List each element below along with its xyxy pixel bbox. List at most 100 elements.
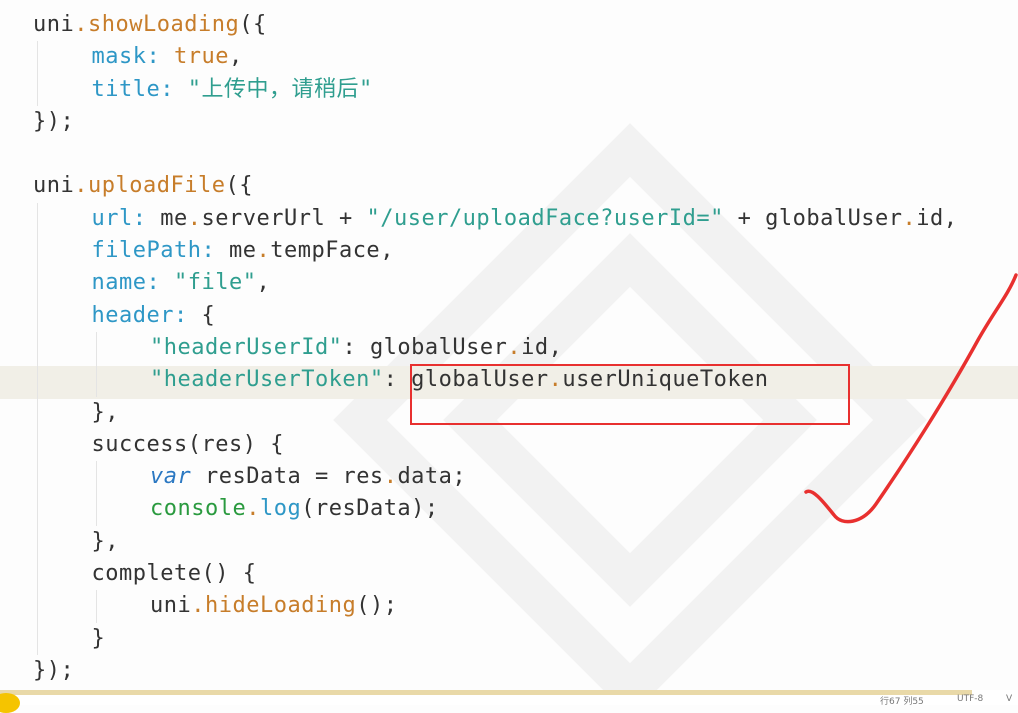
encoding-indicator[interactable]: UTF-8 — [957, 694, 983, 704]
indent-guide — [37, 73, 38, 106]
cursor-position[interactable]: 行67 列55 — [880, 694, 924, 707]
code-token: hideLoading — [205, 593, 357, 619]
code-line[interactable]: }, — [0, 396, 958, 429]
code-token: header — [91, 302, 174, 328]
code-token: . — [191, 593, 205, 619]
indent-guide — [37, 267, 38, 300]
code-token: var — [150, 464, 192, 490]
code-token: }); — [33, 657, 75, 683]
code-lines[interactable]: uni.showLoading({mask: true, title: "上传中，… — [0, 9, 958, 687]
code-line[interactable]: }); — [0, 655, 958, 687]
code-token: (); — [356, 593, 398, 619]
code-token: , — [380, 238, 394, 264]
code-line[interactable]: title: "上传中，请稍后" — [0, 73, 958, 106]
code-editor[interactable]: uni.showLoading({mask: true, title: "上传中，… — [0, 0, 1018, 690]
code-line[interactable]: mask: true, — [0, 41, 958, 74]
code-token: . — [383, 464, 398, 490]
code-line[interactable]: complete() { — [0, 558, 958, 591]
indent-guide — [95, 364, 97, 397]
code-line[interactable]: uni.uploadFile({ — [0, 170, 958, 202]
code-token: : — [132, 205, 161, 231]
corner-badge — [0, 693, 20, 713]
code-token: tempFace — [270, 238, 381, 264]
code-token: . — [507, 334, 522, 360]
indent-guide — [37, 428, 38, 462]
code-token: : — [342, 334, 370, 360]
code-token: : — [201, 238, 229, 264]
indent-guide — [37, 331, 38, 365]
code-line[interactable]: uni.showLoading({ — [0, 9, 958, 41]
indent-guide — [37, 41, 38, 74]
code-token: complete — [91, 561, 202, 587]
code-token: console — [150, 496, 247, 522]
code-line[interactable]: uni.hideLoading(); — [0, 590, 958, 623]
code-token: . — [256, 238, 271, 264]
code-token: "headerUserToken" — [150, 367, 384, 393]
code-token: me — [228, 238, 257, 264]
code-token: }, — [91, 399, 119, 425]
code-token: "file" — [173, 270, 257, 296]
indent-guide — [37, 622, 38, 655]
code-line[interactable]: }); — [0, 106, 958, 138]
code-line[interactable]: name: "file", — [0, 267, 958, 300]
code-token: + — [723, 205, 766, 231]
indent-guide — [37, 461, 38, 494]
code-token: resData = res — [191, 464, 384, 490]
code-token: : — [160, 76, 188, 102]
code-token: uni — [150, 593, 192, 619]
indent-guide — [37, 364, 38, 397]
code-token: (resData); — [301, 496, 439, 522]
code-token: name — [91, 270, 147, 296]
code-token: . — [74, 173, 88, 199]
code-line[interactable]: var resData = res.data; — [0, 461, 958, 494]
indent-guide — [37, 235, 38, 268]
code-token: url — [91, 205, 133, 231]
code-token: success — [91, 431, 188, 457]
code-line[interactable]: url: me.serverUrl + "/user/uploadFace?us… — [0, 202, 958, 236]
indent-guide — [37, 493, 38, 526]
code-token: : — [383, 367, 412, 393]
status-accent-bar — [0, 690, 972, 695]
code-token: showLoading — [88, 12, 240, 37]
code-token: data — [397, 464, 453, 490]
code-token: uploadFile — [88, 173, 226, 199]
indent-guide — [37, 525, 38, 559]
code-token: , — [228, 44, 243, 70]
code-token: }, — [91, 528, 119, 554]
code-token: globalUser — [411, 367, 549, 393]
code-token: : — [146, 44, 174, 70]
code-line[interactable]: }, — [0, 525, 958, 559]
code-token: . — [187, 205, 202, 231]
code-token: uni — [33, 173, 75, 199]
code-token: me — [160, 205, 188, 231]
code-line[interactable]: } — [0, 622, 958, 655]
code-token: }); — [33, 108, 75, 134]
code-line[interactable]: console.log(resData); — [0, 493, 958, 526]
indent-guide — [37, 396, 38, 429]
code-line[interactable]: success(res) { — [0, 428, 958, 462]
code-token: : — [146, 270, 174, 296]
indent-guide — [37, 202, 38, 236]
code-token: id — [916, 205, 944, 231]
code-token: mask — [91, 44, 147, 70]
code-line[interactable]: header: { — [0, 299, 958, 332]
code-line[interactable] — [0, 138, 958, 170]
code-token: ({ — [239, 12, 267, 37]
code-line[interactable]: filePath: me.tempFace, — [0, 235, 958, 268]
code-line-current[interactable]: "headerUserToken": globalUser.userUnique… — [0, 364, 958, 397]
indent-guide — [37, 590, 38, 623]
indent-guide — [95, 461, 97, 494]
code-token: . — [548, 367, 563, 393]
code-token: serverUrl — [201, 205, 326, 231]
code-token: , — [943, 205, 958, 231]
code-token: + — [325, 205, 367, 231]
code-token: filePath — [91, 238, 202, 264]
status-extra: V — [1006, 694, 1013, 704]
code-token: uni — [33, 12, 75, 37]
code-token: ({ — [225, 173, 253, 199]
indent-guide — [37, 299, 38, 332]
code-line[interactable]: "headerUserId": globalUser.id, — [0, 331, 958, 365]
code-token: () { — [201, 561, 257, 587]
indent-guide — [37, 558, 38, 591]
code-token: title — [91, 76, 161, 102]
